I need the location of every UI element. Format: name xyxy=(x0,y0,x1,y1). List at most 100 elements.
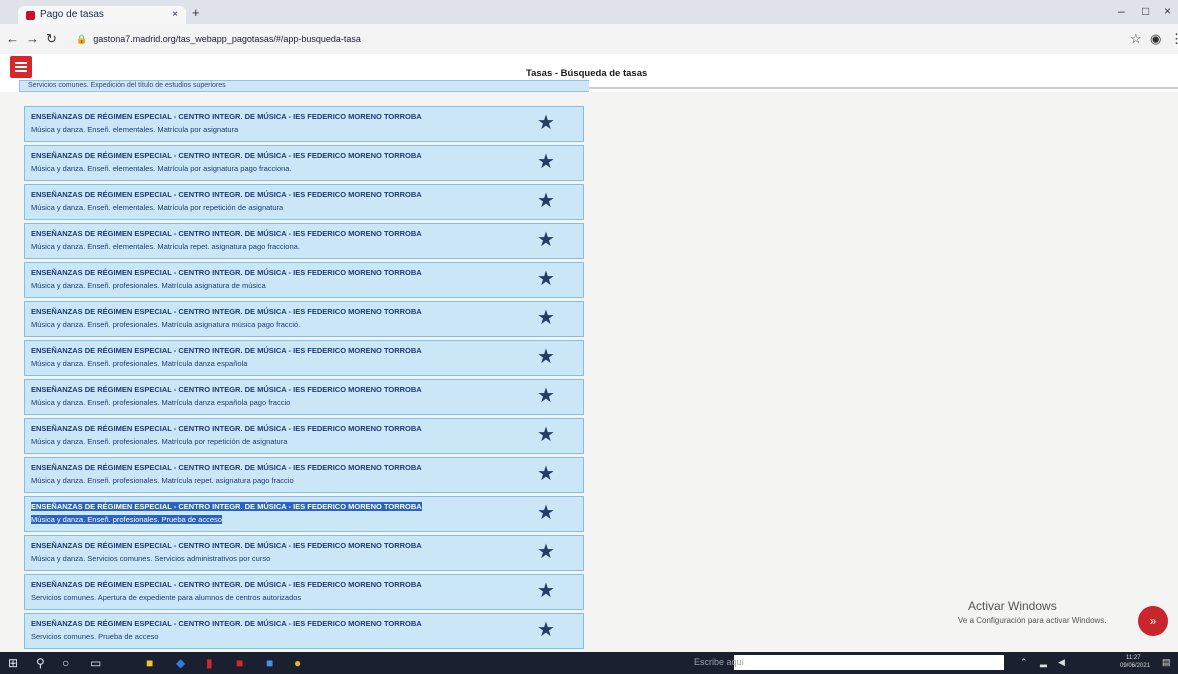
results-list: Servicios comunes. Expedición del título… xyxy=(19,80,589,656)
activation-watermark-text: Ve a Configuración para activar Windows. xyxy=(958,616,1107,625)
item-description: Música y danza. Enseñ. profesionales. Ma… xyxy=(31,437,288,446)
item-description: Música y danza. Enseñ. profesionales. Ma… xyxy=(31,476,294,485)
url-field[interactable]: 🔒 gastona7.madrid.org/tas_webapp_pagotasa… xyxy=(76,30,1106,48)
activation-watermark-title: Activar Windows xyxy=(968,599,1057,613)
search-icon[interactable]: ⚲ xyxy=(36,655,45,671)
list-item[interactable]: ENSEÑANZAS DE RÉGIMEN ESPECIAL - CENTRO … xyxy=(24,262,584,298)
list-item[interactable]: ENSEÑANZAS DE RÉGIMEN ESPECIAL - CENTRO … xyxy=(24,184,584,220)
item-category: ENSEÑANZAS DE RÉGIMEN ESPECIAL - CENTRO … xyxy=(31,424,422,433)
favorite-star-icon[interactable]: ★ xyxy=(537,620,555,640)
scroll-top-button[interactable]: » xyxy=(1138,606,1168,636)
taskbar-search-input[interactable] xyxy=(734,655,1004,670)
list-item[interactable]: ENSEÑANZAS DE RÉGIMEN ESPECIAL - CENTRO … xyxy=(24,535,584,571)
outlook-icon[interactable]: ■ xyxy=(266,655,273,671)
bookmark-star-icon[interactable]: ☆ xyxy=(1130,31,1142,47)
page-title: Tasas - Búsqueda de tasas xyxy=(526,68,648,79)
item-category: ENSEÑANZAS DE RÉGIMEN ESPECIAL - CENTRO … xyxy=(31,307,422,316)
app-icon-1[interactable]: ▮ xyxy=(206,655,213,671)
list-item[interactable]: ENSEÑANZAS DE RÉGIMEN ESPECIAL - CENTRO … xyxy=(24,301,584,337)
item-description: Música y danza. Enseñ. profesionales. Ma… xyxy=(31,398,291,407)
task-view-icon[interactable]: ▭ xyxy=(90,655,101,671)
item-description: Música y danza. Enseñ. elementales. Matr… xyxy=(31,242,300,251)
favorite-star-icon[interactable]: ★ xyxy=(537,503,555,523)
favorite-star-icon[interactable]: ★ xyxy=(537,308,555,328)
item-description: Música y danza. Enseñ. elementales. Matr… xyxy=(31,125,239,134)
network-icon[interactable]: ▂ xyxy=(1040,657,1047,668)
taskbar-search-placeholder: Escribe aquí xyxy=(694,657,745,667)
menu-dots-icon[interactable]: ⋮ xyxy=(1170,31,1178,47)
reload-icon[interactable]: ↻ xyxy=(46,31,57,47)
list-item[interactable]: ENSEÑANZAS DE RÉGIMEN ESPECIAL - CENTRO … xyxy=(24,145,584,181)
favorite-star-icon[interactable]: ★ xyxy=(537,347,555,367)
list-item[interactable]: ENSEÑANZAS DE RÉGIMEN ESPECIAL - CENTRO … xyxy=(24,613,584,649)
maximize-button[interactable]: □ xyxy=(1142,4,1149,18)
hamburger-menu-icon[interactable] xyxy=(10,56,32,78)
item-description: Música y danza. Enseñ. elementales. Matr… xyxy=(31,164,292,173)
item-category: ENSEÑANZAS DE RÉGIMEN ESPECIAL - CENTRO … xyxy=(31,619,422,628)
favorite-star-icon[interactable]: ★ xyxy=(537,581,555,601)
item-category: ENSEÑANZAS DE RÉGIMEN ESPECIAL - CENTRO … xyxy=(31,151,422,160)
item-category: ENSEÑANZAS DE RÉGIMEN ESPECIAL - CENTRO … xyxy=(31,502,422,511)
list-item[interactable]: ENSEÑANZAS DE RÉGIMEN ESPECIAL - CENTRO … xyxy=(24,496,584,532)
item-category: ENSEÑANZAS DE RÉGIMEN ESPECIAL - CENTRO … xyxy=(31,268,422,277)
favorite-star-icon[interactable]: ★ xyxy=(537,425,555,445)
volume-icon[interactable]: ◀ xyxy=(1058,657,1065,668)
header-divider xyxy=(588,87,1178,89)
item-category: ENSEÑANZAS DE RÉGIMEN ESPECIAL - CENTRO … xyxy=(31,229,422,238)
item-description: Música y danza. Servicios comunes. Servi… xyxy=(31,554,271,563)
favorite-star-icon[interactable]: ★ xyxy=(537,542,555,562)
browser-tab[interactable]: Pago de tasas × xyxy=(18,6,186,24)
item-category: ENSEÑANZAS DE RÉGIMEN ESPECIAL - CENTRO … xyxy=(31,541,422,550)
edge-icon[interactable]: ◆ xyxy=(176,655,185,671)
cortana-icon[interactable]: ○ xyxy=(62,655,69,671)
item-description: Música y danza. Enseñ. profesionales. Ma… xyxy=(31,320,301,329)
close-window-button[interactable]: × xyxy=(1164,4,1171,18)
list-item[interactable]: ENSEÑANZAS DE RÉGIMEN ESPECIAL - CENTRO … xyxy=(24,457,584,493)
list-item[interactable]: ENSEÑANZAS DE RÉGIMEN ESPECIAL - CENTRO … xyxy=(24,379,584,415)
favorite-star-icon[interactable]: ★ xyxy=(537,464,555,484)
profile-icon[interactable]: ◉ xyxy=(1150,31,1161,47)
item-category: ENSEÑANZAS DE RÉGIMEN ESPECIAL - CENTRO … xyxy=(31,112,422,121)
item-category: ENSEÑANZAS DE RÉGIMEN ESPECIAL - CENTRO … xyxy=(31,190,422,199)
file-explorer-icon[interactable]: ■ xyxy=(146,655,153,671)
url-text: gastona7.madrid.org/tas_webapp_pagotasas… xyxy=(93,34,361,44)
favorite-star-icon[interactable]: ★ xyxy=(537,113,555,133)
item-description: Música y danza. Enseñ. profesionales. Ma… xyxy=(31,281,266,290)
browser-tab-bar: Pago de tasas × + – □ × xyxy=(0,0,1178,24)
back-icon[interactable]: ← xyxy=(6,31,19,46)
list-item[interactable]: ENSEÑANZAS DE RÉGIMEN ESPECIAL - CENTRO … xyxy=(24,223,584,259)
tab-title: Pago de tasas xyxy=(40,9,104,20)
item-category: ENSEÑANZAS DE RÉGIMEN ESPECIAL - CENTRO … xyxy=(31,463,422,472)
new-tab-button[interactable]: + xyxy=(192,5,200,20)
list-item[interactable]: ENSEÑANZAS DE RÉGIMEN ESPECIAL - CENTRO … xyxy=(24,574,584,610)
tab-close-icon[interactable]: × xyxy=(172,6,178,24)
forward-icon[interactable]: → xyxy=(26,31,39,46)
item-description: Música y danza. Enseñ. profesionales. Pr… xyxy=(31,515,222,524)
item-category: ENSEÑANZAS DE RÉGIMEN ESPECIAL - CENTRO … xyxy=(31,385,422,394)
favorite-star-icon[interactable]: ★ xyxy=(537,152,555,172)
clock-time[interactable]: 11:27 xyxy=(1126,655,1141,661)
list-item-partial[interactable]: Servicios comunes. Expedición del título… xyxy=(19,80,589,92)
favicon-icon xyxy=(26,11,35,20)
favorite-star-icon[interactable]: ★ xyxy=(537,230,555,250)
clock-date[interactable]: 09/06/2021 xyxy=(1120,663,1150,669)
item-category: ENSEÑANZAS DE RÉGIMEN ESPECIAL - CENTRO … xyxy=(31,580,422,589)
item-description: Música y danza. Enseñ. elementales. Matr… xyxy=(31,203,284,212)
tray-chevron-icon[interactable]: ⌃ xyxy=(1020,657,1028,668)
minimize-button[interactable]: – xyxy=(1118,4,1125,18)
windows-start-icon[interactable]: ⊞ xyxy=(8,655,18,671)
item-description: Servicios comunes. Apertura de expedient… xyxy=(31,593,302,602)
notifications-icon[interactable]: ▤ xyxy=(1162,657,1171,668)
list-item[interactable]: ENSEÑANZAS DE RÉGIMEN ESPECIAL - CENTRO … xyxy=(24,340,584,376)
item-description: Servicios comunes. Prueba de acceso xyxy=(31,632,159,641)
chrome-icon[interactable]: ● xyxy=(294,655,301,671)
item-category: ENSEÑANZAS DE RÉGIMEN ESPECIAL - CENTRO … xyxy=(31,346,422,355)
lock-icon: 🔒 xyxy=(76,34,88,44)
favorite-star-icon[interactable]: ★ xyxy=(537,269,555,289)
favorite-star-icon[interactable]: ★ xyxy=(537,386,555,406)
list-item[interactable]: ENSEÑANZAS DE RÉGIMEN ESPECIAL - CENTRO … xyxy=(24,418,584,454)
pdf-icon[interactable]: ■ xyxy=(236,655,243,671)
favorite-star-icon[interactable]: ★ xyxy=(537,191,555,211)
list-item[interactable]: ENSEÑANZAS DE RÉGIMEN ESPECIAL - CENTRO … xyxy=(24,106,584,142)
item-description: Música y danza. Enseñ. profesionales. Ma… xyxy=(31,359,248,368)
